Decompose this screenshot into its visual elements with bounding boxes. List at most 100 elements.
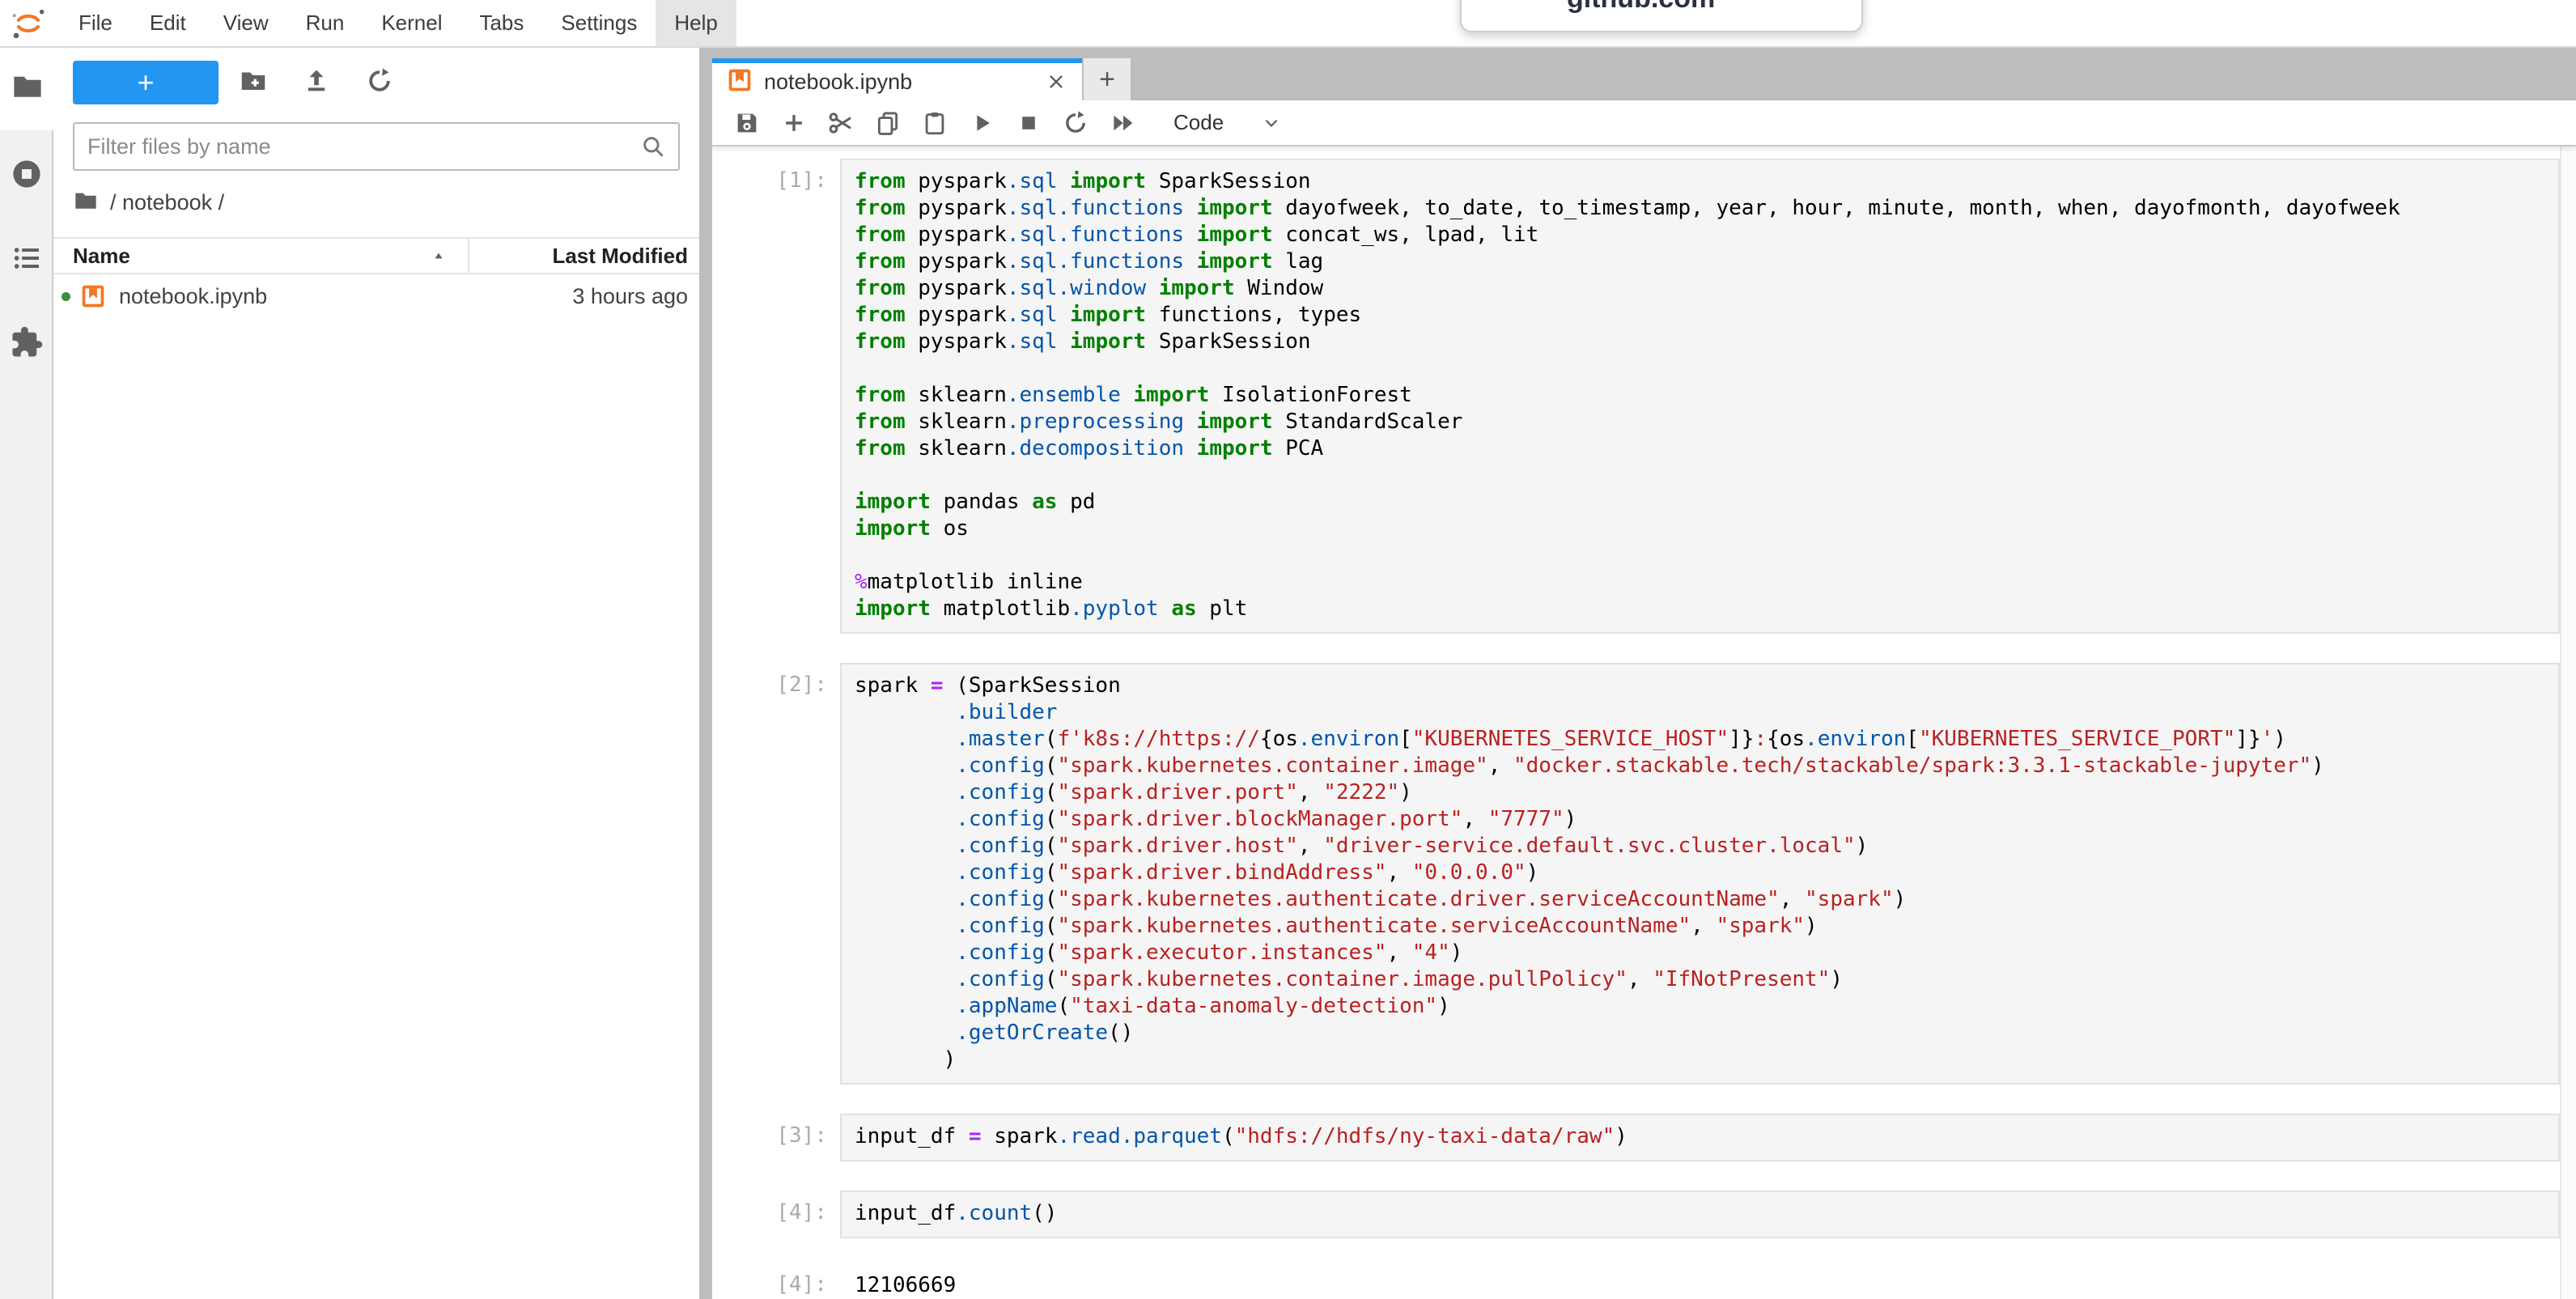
- paste-cells-button[interactable]: [911, 104, 958, 142]
- code-line: [855, 542, 2548, 569]
- filter-box: [73, 122, 680, 171]
- code-line: .config("spark.driver.bindAddress", "0.0…: [855, 860, 2548, 886]
- code-line: from pyspark.sql import SparkSession: [855, 168, 2548, 195]
- cell-output: [4]:12106669: [712, 1263, 2560, 1299]
- cell-type-select[interactable]: Code: [1173, 110, 1282, 135]
- code-line: from pyspark.sql import SparkSession: [855, 329, 2548, 355]
- cell-output-text: 12106669: [840, 1263, 956, 1299]
- notebook-scrollbar[interactable]: [2560, 146, 2576, 1299]
- menu-item-run[interactable]: Run: [287, 0, 363, 46]
- menu-item-kernel[interactable]: Kernel: [363, 0, 460, 46]
- interrupt-kernel-button[interactable]: [1005, 104, 1052, 142]
- code-line: .appName("taxi-data-anomaly-detection"): [855, 993, 2548, 1020]
- column-header-name[interactable]: Name: [53, 239, 468, 273]
- upload-button[interactable]: [288, 61, 345, 104]
- menu-items: FileEditViewRunKernelTabsSettingsHelp: [60, 0, 736, 46]
- code-line: .config("spark.kubernetes.container.imag…: [855, 966, 2548, 993]
- new-folder-button[interactable]: [225, 61, 282, 104]
- code-line: [855, 355, 2548, 382]
- insert-cell-below-button[interactable]: [770, 104, 817, 142]
- menu-item-view[interactable]: View: [205, 0, 287, 46]
- notebook-cells: [1]:from pyspark.sql import SparkSession…: [712, 146, 2560, 1299]
- breadcrumb-path[interactable]: / notebook /: [110, 190, 224, 215]
- puzzle-icon: [10, 325, 44, 363]
- run-all-cells-button[interactable]: [1099, 104, 1146, 142]
- code-line: .config("spark.driver.host", "driver-ser…: [855, 833, 2548, 860]
- sidebar-tab-file-browser[interactable]: [0, 46, 55, 130]
- sidebar-tab-extensions[interactable]: [0, 302, 53, 386]
- code-line: import pandas as pd: [855, 489, 2548, 516]
- cut-cells-button[interactable]: [817, 104, 864, 142]
- code-line: from pyspark.sql.functions import concat…: [855, 222, 2548, 248]
- folder-icon[interactable]: [73, 188, 99, 218]
- panel-splitter[interactable]: [699, 46, 712, 1299]
- column-header-last-modified[interactable]: Last Modified: [468, 239, 699, 273]
- new-launcher-button[interactable]: +: [73, 61, 219, 104]
- paste-cells-icon: [921, 109, 948, 137]
- menu-item-help[interactable]: Help: [656, 0, 736, 46]
- tab-label: notebook.ipynb: [764, 70, 912, 95]
- menu-item-file[interactable]: File: [60, 0, 131, 46]
- chevron-down-icon: [1261, 112, 1282, 134]
- run-all-cells-icon: [1109, 109, 1136, 137]
- cell-input-prompt: [4]:: [712, 1191, 840, 1238]
- restart-kernel-icon: [1062, 109, 1089, 137]
- menu-item-tabs[interactable]: Tabs: [460, 0, 542, 46]
- new-tab-button[interactable]: +: [1084, 58, 1131, 100]
- list-icon: [11, 242, 43, 278]
- plus-icon: +: [137, 66, 154, 100]
- code-line: from sklearn.decomposition import PCA: [855, 435, 2548, 462]
- cell-editor[interactable]: input_df.count(): [840, 1191, 2560, 1238]
- run-cell-icon: [968, 109, 995, 137]
- plus-icon: +: [1099, 64, 1115, 96]
- stop-circle-icon: [10, 157, 44, 195]
- main-dock: notebook.ipynb + Code [1]:from pyspark.s…: [712, 46, 2576, 1299]
- code-line: .config("spark.kubernetes.container.imag…: [855, 753, 2548, 779]
- code-line: .config("spark.kubernetes.authenticate.d…: [855, 886, 2548, 913]
- file-last-modified: 3 hours ago: [572, 284, 699, 309]
- code-line: ): [855, 1046, 2548, 1073]
- file-row[interactable]: notebook.ipynb 3 hours ago: [53, 274, 699, 318]
- code-cell-1: [1]:from pyspark.sql import SparkSession…: [712, 159, 2560, 634]
- code-cell-3: [3]:input_df = spark.read.parquet("hdfs:…: [712, 1114, 2560, 1161]
- code-line: spark = (SparkSession: [855, 673, 2548, 699]
- file-list-header: Name Last Modified: [53, 237, 699, 274]
- run-cell-button[interactable]: [958, 104, 1005, 142]
- jupyter-logo-icon: [10, 0, 47, 46]
- notebook-toolbar: Code: [712, 100, 2576, 146]
- breadcrumb: / notebook /: [73, 189, 680, 216]
- sidebar-tab-running-sessions[interactable]: [0, 134, 53, 218]
- save-icon: [733, 109, 761, 137]
- cell-editor[interactable]: input_df = spark.read.parquet("hdfs://hd…: [840, 1114, 2560, 1161]
- cell-editor[interactable]: from pyspark.sql import SparkSession from…: [840, 159, 2560, 634]
- close-tab-icon[interactable]: [1042, 67, 1071, 96]
- save-button[interactable]: [724, 104, 770, 142]
- tab-notebook[interactable]: notebook.ipynb: [712, 58, 1082, 100]
- menu-item-edit[interactable]: Edit: [131, 0, 205, 46]
- cell-input-prompt: [2]:: [712, 663, 840, 1085]
- cell-output-prompt: [4]:: [712, 1263, 840, 1299]
- insert-cell-below-icon: [780, 109, 808, 137]
- file-name: notebook.ipynb: [119, 284, 267, 309]
- code-cell-4: [4]: input_df.count(): [712, 1191, 2560, 1238]
- code-line: .master(f'k8s://https://{os.environ["KUB…: [855, 726, 2548, 753]
- code-line: import matplotlib.pyplot as plt: [855, 596, 2548, 622]
- code-line: from sklearn.ensemble import IsolationFo…: [855, 382, 2548, 409]
- cell-editor[interactable]: spark = (SparkSession .builder .master(f…: [840, 663, 2560, 1085]
- copy-cells-button[interactable]: [864, 104, 911, 142]
- file-browser-actions: +: [73, 61, 680, 104]
- refresh-button[interactable]: [351, 61, 408, 104]
- filter-files-input[interactable]: [74, 134, 639, 159]
- code-line: input_df = spark.read.parquet("hdfs://hd…: [855, 1123, 2548, 1150]
- file-browser-panel: +: [53, 46, 699, 1299]
- code-line: import os: [855, 516, 2548, 542]
- new-folder-icon: [239, 66, 268, 100]
- code-line: input_df.count(): [855, 1200, 2548, 1227]
- code-line: [855, 462, 2548, 489]
- restart-kernel-button[interactable]: [1052, 104, 1099, 142]
- code-line: %matplotlib inline: [855, 569, 2548, 596]
- sidebar-tab-table-of-contents[interactable]: [0, 218, 53, 302]
- menu-item-settings[interactable]: Settings: [542, 0, 656, 46]
- cell-input-prompt: [1]:: [712, 159, 840, 634]
- jupyterlab-app: FileEditViewRunKernelTabsSettingsHelp gi…: [0, 0, 2576, 1299]
